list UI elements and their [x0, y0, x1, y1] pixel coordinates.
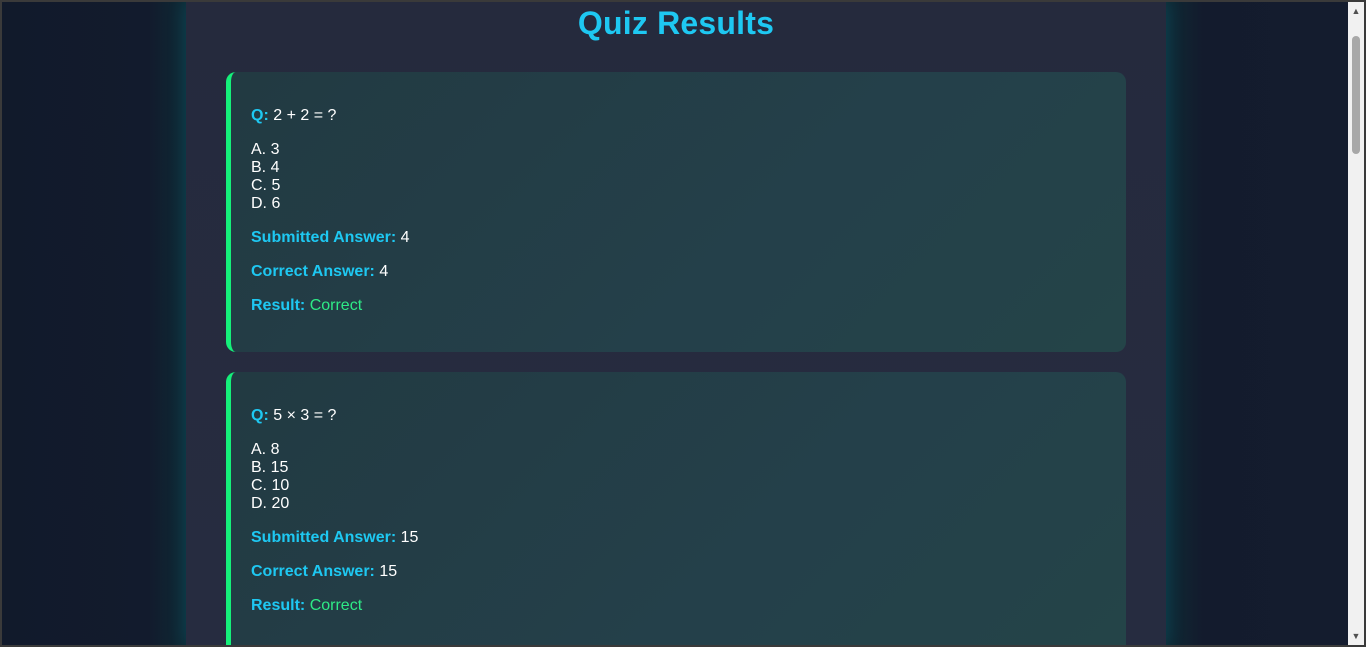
options-list: A. 3 B. 4 C. 5 D. 6 [251, 141, 1106, 213]
result-value: Correct [309, 597, 363, 614]
option-item: C. 5 [251, 177, 281, 194]
submitted-answer-label: Submitted Answer: [251, 529, 397, 546]
result-label: Result: [251, 297, 306, 314]
question-label: Q: [251, 407, 269, 424]
result-row: Result: Correct [251, 597, 1106, 615]
question-text: 2 + 2 = ? [273, 107, 337, 124]
submitted-answer-row: Submitted Answer: 15 [251, 529, 1106, 547]
correct-answer-row: Correct Answer: 15 [251, 563, 1106, 581]
correct-answer-label: Correct Answer: [251, 563, 375, 580]
correct-answer-value: 4 [379, 263, 389, 280]
correct-answer-value: 15 [379, 563, 398, 580]
vertical-scrollbar[interactable]: ▲ ▼ [1348, 2, 1364, 645]
option-item: D. 20 [251, 495, 290, 512]
page-viewport: Quiz Results Q: 2 + 2 = ? A. 3 B. 4 C. 5… [2, 2, 1348, 645]
question-card: Q: 2 + 2 = ? A. 3 B. 4 C. 5 D. 6 Submitt… [226, 72, 1126, 352]
left-background [2, 2, 186, 645]
option-item: A. 3 [251, 141, 280, 158]
result-row: Result: Correct [251, 297, 1106, 315]
option-item: B. 4 [251, 159, 280, 176]
result-label: Result: [251, 597, 306, 614]
question-label: Q: [251, 107, 269, 124]
question-card: Q: 5 × 3 = ? A. 8 B. 15 C. 10 D. 20 Subm… [226, 372, 1126, 645]
submitted-answer-row: Submitted Answer: 4 [251, 229, 1106, 247]
submitted-answer-label: Submitted Answer: [251, 229, 397, 246]
results-container: Quiz Results Q: 2 + 2 = ? A. 3 B. 4 C. 5… [186, 2, 1166, 645]
submitted-answer-value: 4 [400, 229, 410, 246]
result-value: Correct [309, 297, 363, 314]
page-title: Quiz Results [577, 5, 775, 41]
correct-answer-label: Correct Answer: [251, 263, 375, 280]
option-item: D. 6 [251, 195, 281, 212]
right-background [1166, 2, 1348, 645]
submitted-answer-value: 15 [400, 529, 419, 546]
scroll-down-arrow-icon[interactable]: ▼ [1348, 629, 1364, 643]
question-text: 5 × 3 = ? [273, 407, 337, 424]
correct-answer-row: Correct Answer: 4 [251, 263, 1106, 281]
scroll-up-arrow-icon[interactable]: ▲ [1348, 4, 1364, 18]
option-item: A. 8 [251, 441, 280, 458]
question-row: Q: 2 + 2 = ? [251, 107, 1106, 125]
options-list: A. 8 B. 15 C. 10 D. 20 [251, 441, 1106, 513]
scrollbar-thumb[interactable] [1352, 36, 1360, 154]
option-item: B. 15 [251, 459, 289, 476]
question-row: Q: 5 × 3 = ? [251, 407, 1106, 425]
option-item: C. 10 [251, 477, 290, 494]
